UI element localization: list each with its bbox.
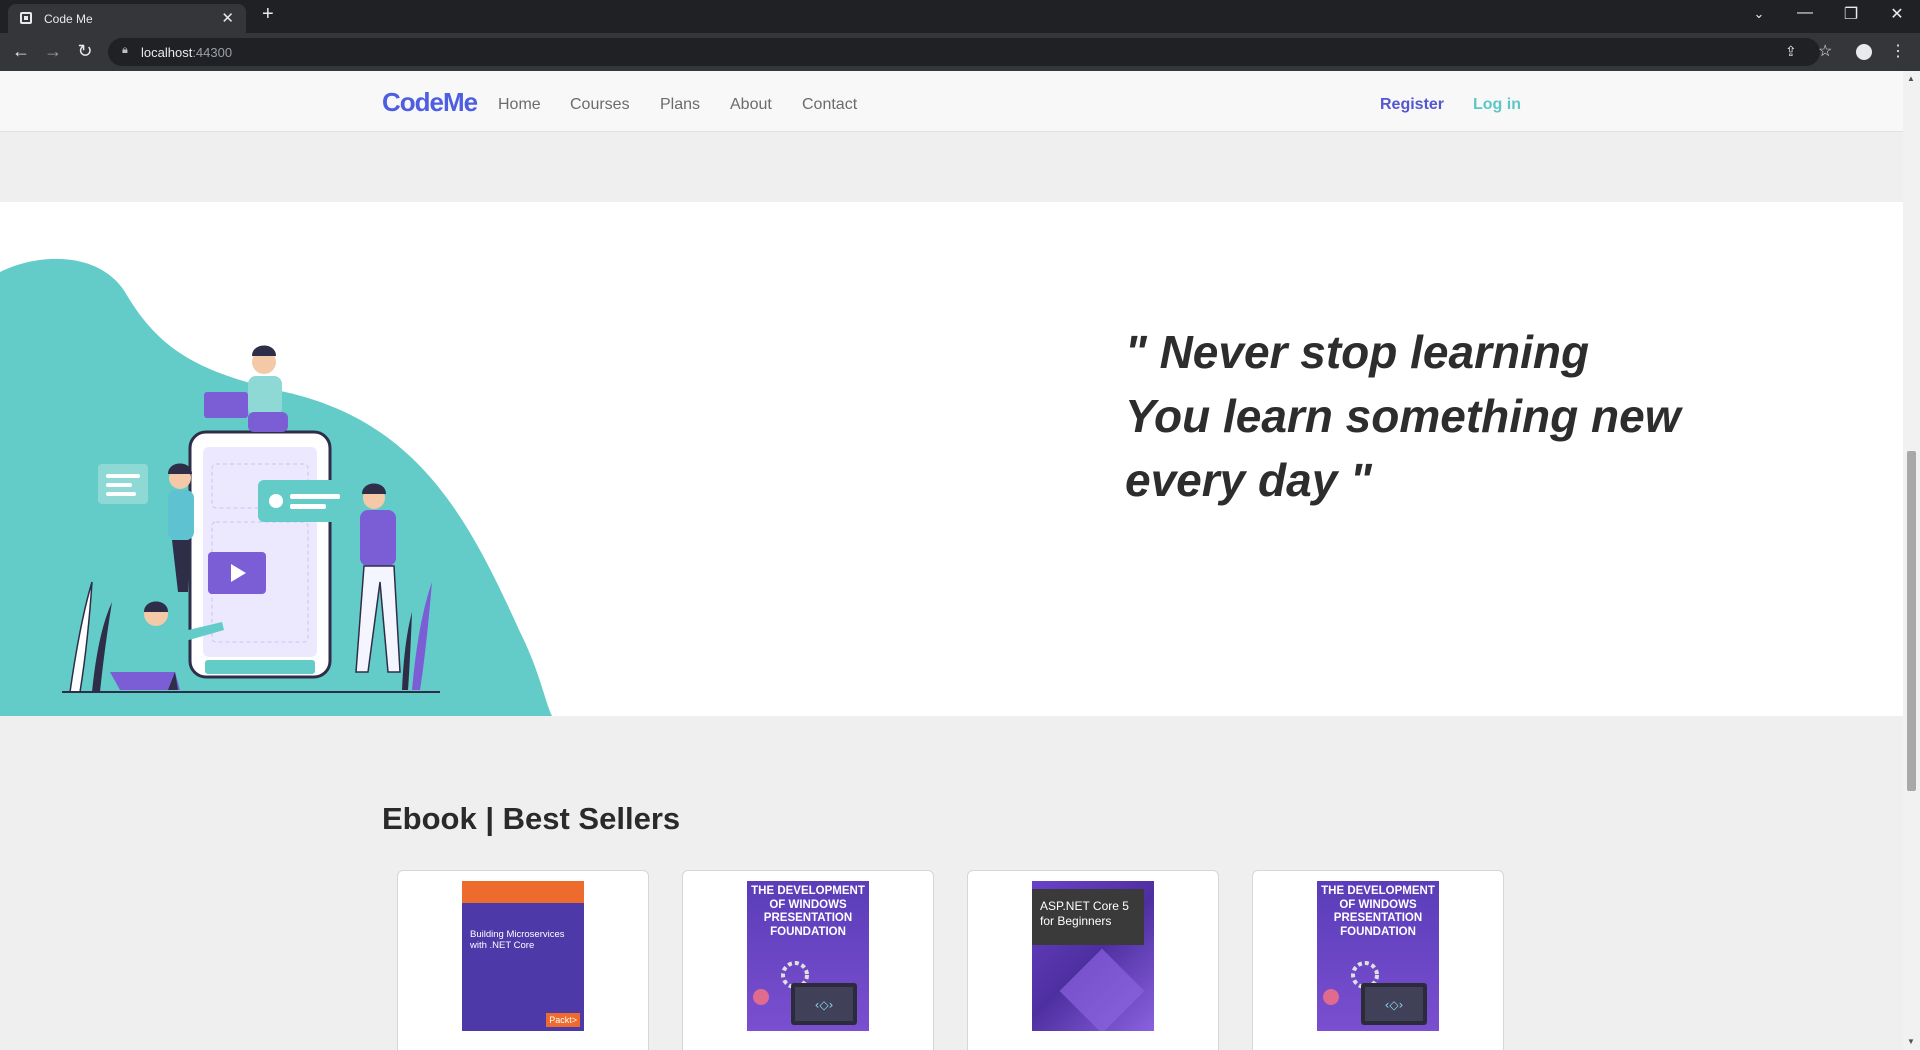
share-icon[interactable]: ⇪	[1785, 43, 1797, 60]
hero-illustration	[0, 258, 552, 716]
nav-link-home[interactable]: Home	[498, 96, 541, 114]
site-navbar: CodeMe Home Courses Plans About Contact …	[0, 71, 1903, 132]
scroll-up-arrow-icon[interactable]: ▲	[1907, 74, 1915, 83]
hero-quote-line: You learn something new	[1125, 390, 1681, 442]
tab-title: Code Me	[44, 12, 93, 26]
book-card[interactable]: Building Microservices with .NET Core Pa…	[397, 870, 649, 1050]
ebook-section-title: Ebook | Best Sellers	[382, 801, 681, 836]
back-arrow-icon[interactable]: ←	[10, 41, 32, 62]
cover-band	[462, 881, 584, 903]
cover-title: THE DEVELOPMENT OF WINDOWS PRESENTATION …	[751, 885, 865, 938]
cover-title: Building Microservices with .NET Core	[470, 929, 565, 951]
window-minimize-button[interactable]: —	[1790, 4, 1820, 22]
forward-arrow-icon[interactable]: →	[42, 41, 64, 62]
hero-quote-line: every day "	[1125, 454, 1372, 506]
scroll-down-arrow-icon[interactable]: ▼	[1907, 1037, 1915, 1046]
hero-banner: " Never stop learning You learn somethin…	[0, 202, 1903, 716]
monitor-gear-icon: ‹◇›	[753, 961, 857, 1025]
hero-quote-line: " Never stop learning	[1125, 326, 1590, 378]
cover-diamond	[1059, 948, 1145, 1031]
cover-publisher: Packt>	[546, 1013, 580, 1027]
hero-quote: " Never stop learning You learn somethin…	[1125, 320, 1825, 512]
tab-close-icon[interactable]: ✕	[221, 9, 234, 27]
url-text[interactable]: localhost:44300	[141, 45, 232, 60]
nav-link-about[interactable]: About	[730, 96, 772, 114]
login-link[interactable]: Log in	[1473, 96, 1521, 114]
bookmark-star-icon[interactable]: ☆	[1818, 41, 1832, 61]
brand-logo[interactable]: CodeMe	[382, 87, 478, 118]
book-card[interactable]: THE DEVELOPMENT OF WINDOWS PRESENTATION …	[1252, 870, 1504, 1050]
lock-icon[interactable]: 🔒︎	[122, 44, 128, 57]
page-viewport: CodeMe Home Courses Plans About Contact …	[0, 71, 1920, 1050]
nav-link-contact[interactable]: Contact	[802, 96, 857, 114]
book-card[interactable]: ASP.NET Core 5 for Beginners	[967, 870, 1219, 1050]
book-cover[interactable]: Building Microservices with .NET Core Pa…	[462, 881, 584, 1031]
book-card[interactable]: THE DEVELOPMENT OF WINDOWS PRESENTATION …	[682, 870, 934, 1050]
scrollbar-thumb[interactable]	[1907, 451, 1916, 791]
profile-avatar-icon[interactable]	[1856, 44, 1872, 60]
book-cover[interactable]: THE DEVELOPMENT OF WINDOWS PRESENTATION …	[747, 881, 869, 1031]
address-bar[interactable]: 🔒︎ localhost:44300 ⇪ ☆	[108, 38, 1832, 66]
browser-toolbar: ← → ↻ 🔒︎ localhost:44300 ⇪ ☆ ⋮	[0, 33, 1920, 71]
browser-tab[interactable]: Code Me ✕	[8, 4, 246, 33]
tab-search-chevron-icon[interactable]: ⌄	[1744, 6, 1774, 22]
new-tab-button[interactable]: +	[262, 3, 274, 26]
reload-icon[interactable]: ↻	[74, 41, 96, 62]
window-close-button[interactable]: ✕	[1882, 4, 1912, 24]
window-restore-button[interactable]: ❐	[1836, 4, 1866, 24]
register-link[interactable]: Register	[1380, 96, 1444, 114]
monitor-gear-icon: ‹◇›	[1323, 961, 1427, 1025]
cover-title: THE DEVELOPMENT OF WINDOWS PRESENTATION …	[1321, 885, 1435, 938]
nav-link-plans[interactable]: Plans	[660, 96, 700, 114]
more-menu-icon[interactable]: ⋮	[1890, 41, 1906, 61]
favicon-icon	[20, 12, 32, 24]
cover-title: ASP.NET Core 5 for Beginners	[1040, 899, 1129, 928]
book-cover[interactable]: THE DEVELOPMENT OF WINDOWS PRESENTATION …	[1317, 881, 1439, 1031]
nav-link-courses[interactable]: Courses	[570, 96, 630, 114]
svg-text:‹◇›: ‹◇›	[1385, 998, 1404, 1012]
browser-tab-bar: Code Me ✕ + ⌄ — ❐ ✕	[0, 0, 1920, 33]
url-host: localhost	[141, 45, 193, 60]
url-port: :44300	[192, 45, 233, 60]
svg-text:‹◇›: ‹◇›	[815, 998, 834, 1012]
page-scrollbar[interactable]: ▲ ▼	[1903, 71, 1920, 1050]
book-cover[interactable]: ASP.NET Core 5 for Beginners	[1032, 881, 1154, 1031]
